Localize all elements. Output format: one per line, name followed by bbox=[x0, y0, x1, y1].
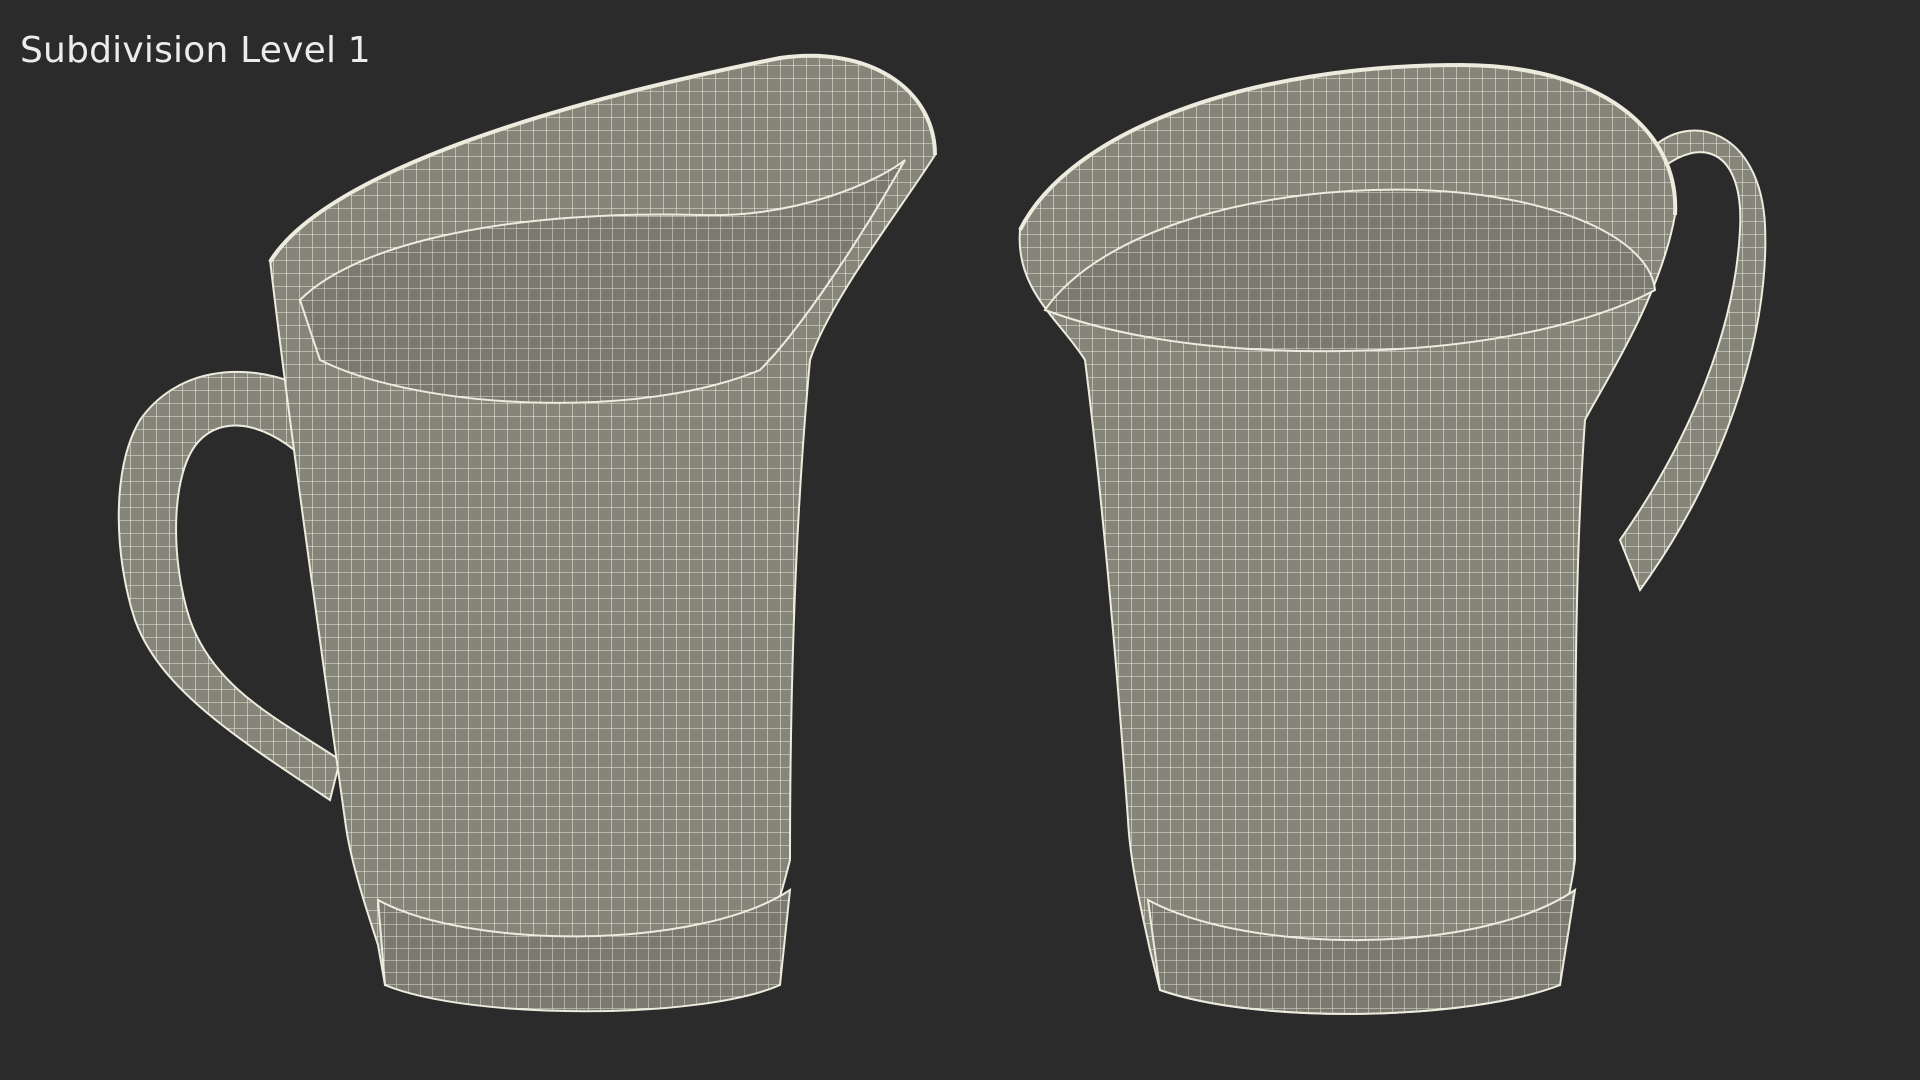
wireframe-render bbox=[117, 53, 1767, 1015]
subdivision-level-label: Subdivision Level 1 bbox=[20, 30, 371, 71]
pitcher-left bbox=[117, 53, 937, 1013]
viewport: Subdivision Level 1 bbox=[0, 0, 1920, 1080]
pitcher-right bbox=[1018, 62, 1767, 1015]
